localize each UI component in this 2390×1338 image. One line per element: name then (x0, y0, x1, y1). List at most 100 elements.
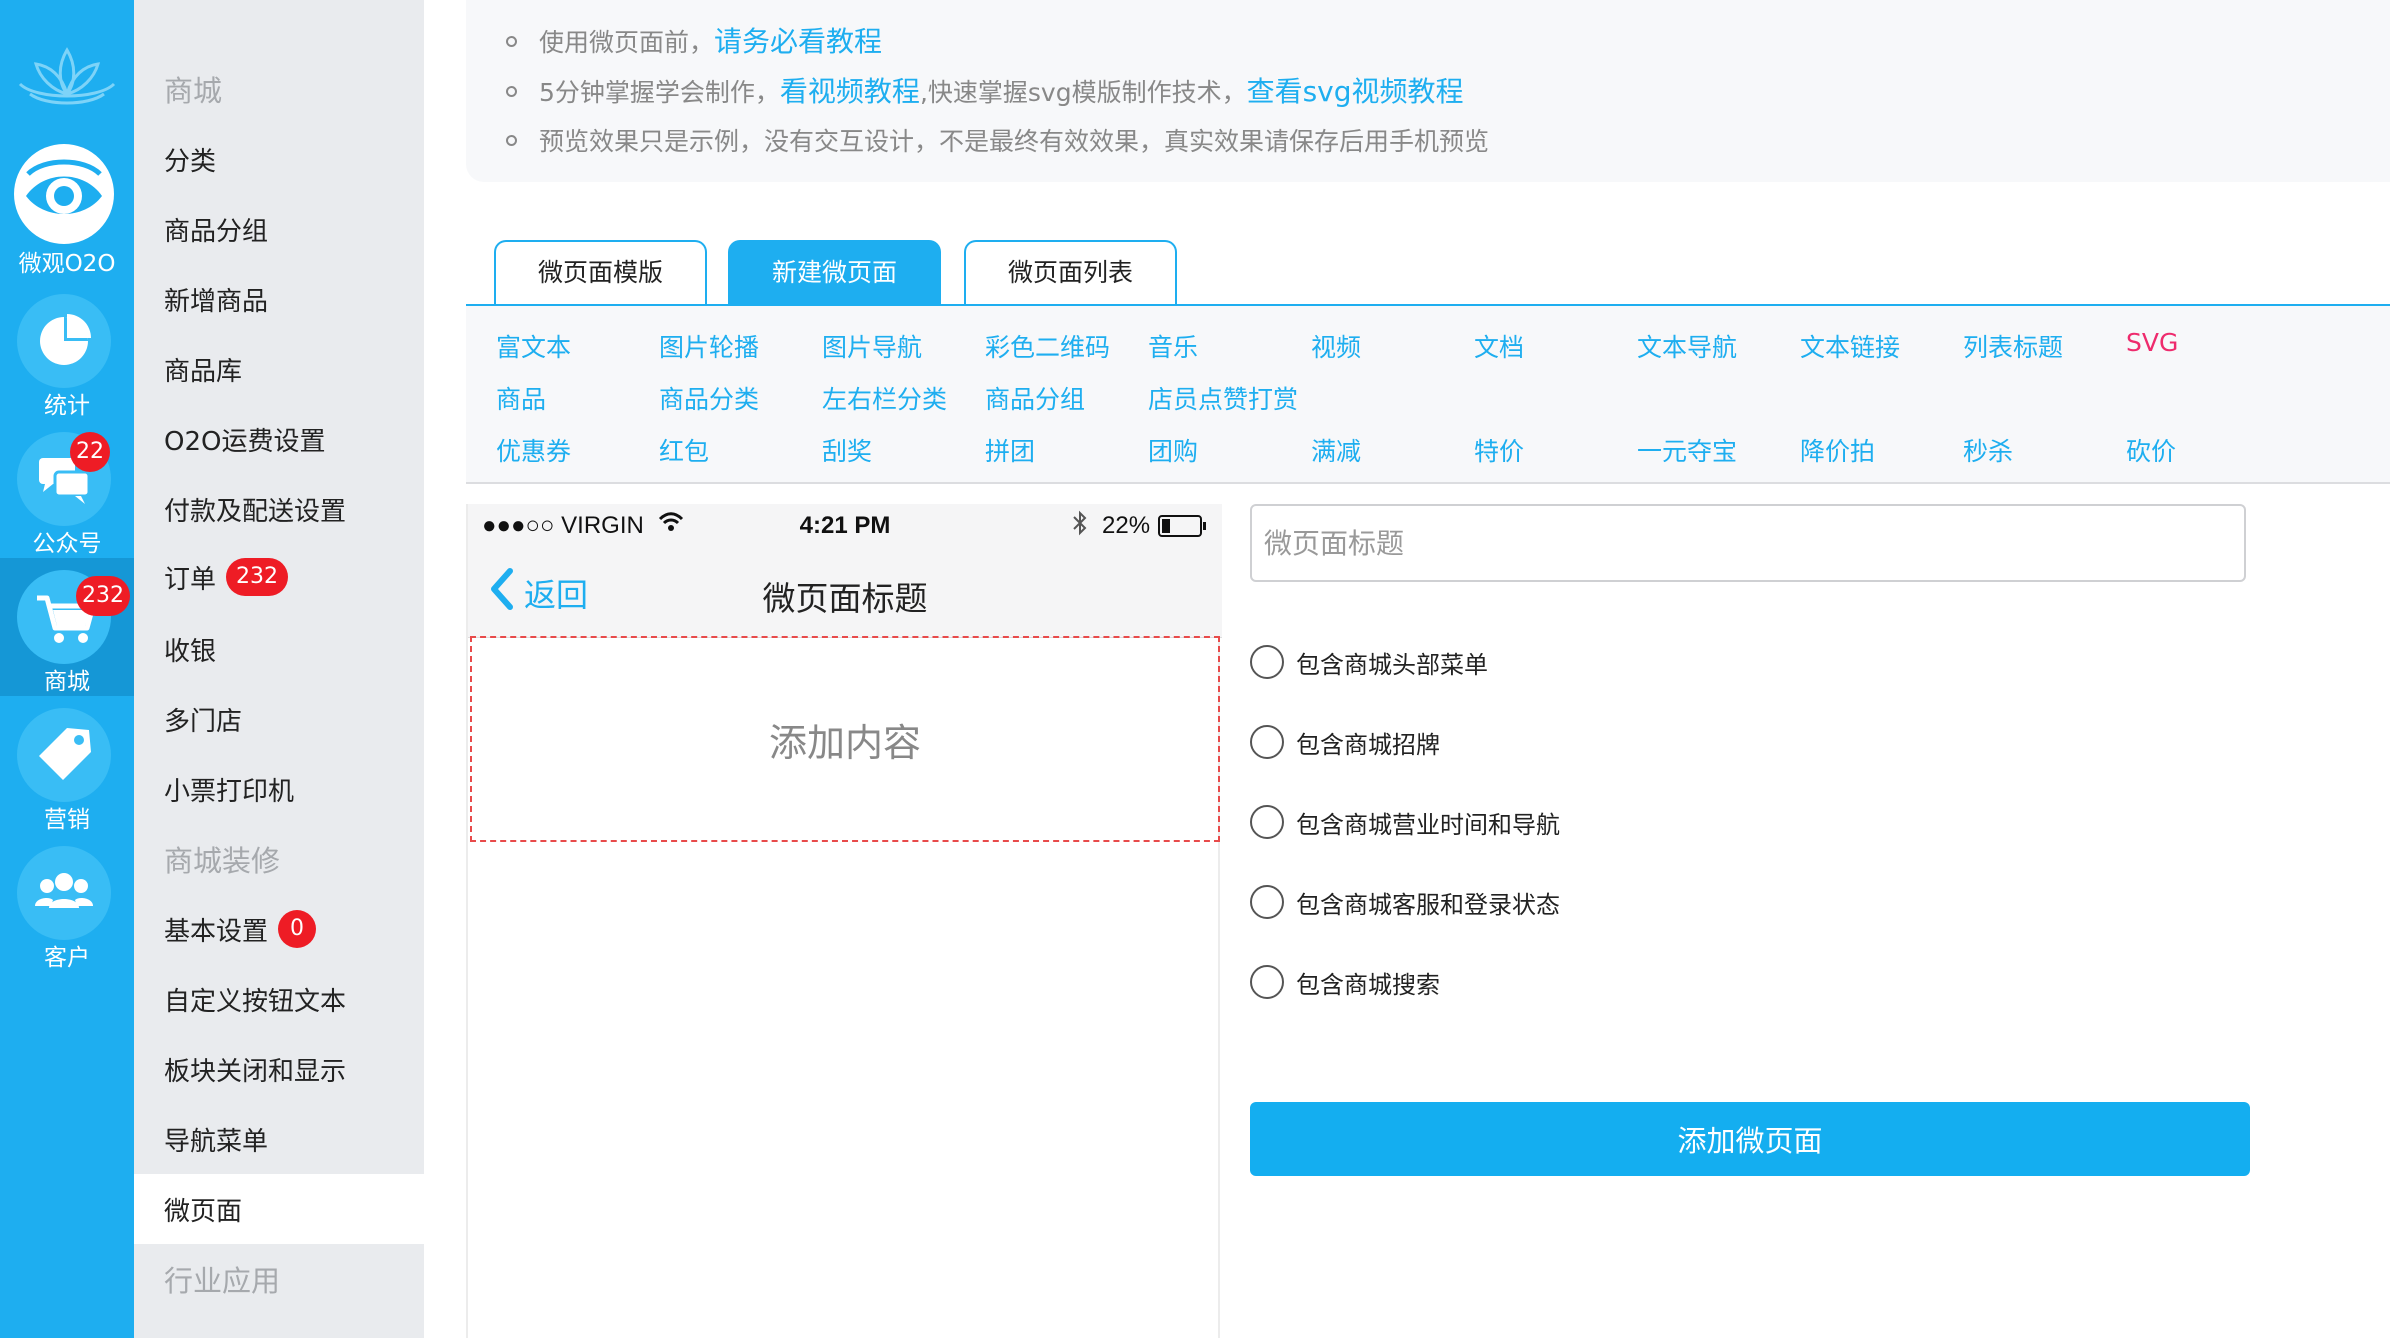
widget-price-drop[interactable]: 降价拍 (1800, 432, 1875, 468)
menu-label: 商品库 (164, 356, 243, 387)
widget-video[interactable]: 视频 (1311, 328, 1361, 364)
bluetooth-icon (1072, 510, 1088, 543)
notice-line: 预览效果只是示例，没有交互设计，不是最终有效效果，真实效果请保存后用手机预览 (506, 122, 1489, 158)
back-button[interactable]: 返回 (488, 568, 588, 618)
menu-item-category[interactable]: 分类 (134, 124, 424, 194)
icon-rail: 微观O2O 统计 22 公众号 232 商城 营销 客户 (0, 0, 134, 1338)
menu-item-payment-delivery[interactable]: 付款及配送设置 (134, 474, 424, 544)
widget-group-deal[interactable]: 拼团 (985, 432, 1035, 468)
widget-bargain[interactable]: 砍价 (2126, 432, 2176, 468)
page-title-input[interactable] (1250, 504, 2246, 582)
widget-staff-tip[interactable]: 店员点赞打赏 (1148, 380, 1298, 416)
chevron-left-icon (488, 567, 514, 619)
add-content-dropzone[interactable]: 添加内容 (470, 636, 1220, 842)
menu-label: 基本设置 (164, 916, 269, 947)
widget-flash-sale[interactable]: 秒杀 (1963, 432, 2013, 468)
widget-text-link[interactable]: 文本链接 (1800, 328, 1900, 364)
secondary-menu: 商城 分类 商品分组 新增商品 商品库 O2O运费设置 付款及配送设置 订单 23… (134, 0, 424, 1338)
menu-label: 订单 (164, 564, 217, 595)
widget-two-column-category[interactable]: 左右栏分类 (822, 380, 947, 416)
rail-item-stats[interactable]: 统计 (0, 282, 134, 420)
menu-item-receipt-printer[interactable]: 小票打印机 (134, 754, 424, 824)
widget-music[interactable]: 音乐 (1148, 328, 1198, 364)
rail-item-official-account[interactable]: 22 公众号 (0, 420, 134, 558)
widget-image-nav[interactable]: 图片导航 (822, 328, 922, 364)
menu-label: 分类 (164, 146, 217, 177)
order-count-badge: 232 (226, 558, 289, 596)
menu-item-cashier[interactable]: 收银 (134, 614, 424, 684)
menu-label: 商城装修 (164, 844, 281, 878)
radio-button[interactable] (1250, 805, 1284, 839)
menu-item-nav-menu[interactable]: 导航菜单 (134, 1104, 424, 1174)
option-hours-nav[interactable]: 包含商城营业时间和导航 (1250, 802, 1560, 842)
menu-label: 商品分组 (164, 216, 269, 247)
menu-label: 商城 (164, 74, 223, 108)
notice-text: 使用微页面前， (539, 28, 715, 57)
option-store-sign[interactable]: 包含商城招牌 (1250, 722, 1440, 762)
widget-group-buy[interactable]: 团购 (1148, 432, 1198, 468)
menu-label: 新增商品 (164, 286, 269, 317)
menu-item-basic-settings[interactable]: 基本设置 0 (134, 894, 424, 964)
widget-discount[interactable]: 满减 (1311, 432, 1361, 468)
menu-label: 收银 (164, 636, 217, 667)
rail-item-mall[interactable]: 232 商城 (0, 558, 134, 696)
option-label: 包含商城客服和登录状态 (1296, 890, 1560, 919)
widget-one-yuan[interactable]: 一元夺宝 (1637, 432, 1737, 468)
menu-label: 导航菜单 (164, 1126, 269, 1157)
radio-button[interactable] (1250, 965, 1284, 999)
menu-item-shipping-fee[interactable]: O2O运费设置 (134, 404, 424, 474)
radio-button[interactable] (1250, 725, 1284, 759)
widget-red-packet[interactable]: 红包 (659, 432, 709, 468)
widget-scratch-card[interactable]: 刮奖 (822, 432, 872, 468)
option-label: 包含商城营业时间和导航 (1296, 810, 1560, 839)
widget-product[interactable]: 商品 (496, 380, 546, 416)
rail-item-label: 营销 (44, 807, 90, 833)
widget-special-price[interactable]: 特价 (1474, 432, 1524, 468)
notice-text: ,快速掌握svg模版制作技术， (919, 78, 1247, 107)
eye-icon (14, 144, 114, 244)
tutorial-link[interactable]: 请务必看教程 (714, 25, 882, 58)
battery-icon (1158, 515, 1206, 537)
rail-item-weiguan[interactable]: 微观O2O (0, 136, 134, 277)
widget-svg[interactable]: SVG (2126, 328, 2178, 357)
menu-item-product-library[interactable]: 商品库 (134, 334, 424, 404)
svg-video-tutorial-link[interactable]: 查看svg视频教程 (1247, 75, 1464, 108)
video-tutorial-link[interactable]: 看视频教程 (780, 75, 920, 108)
tab-templates[interactable]: 微页面模版 (494, 240, 707, 306)
widget-product-category[interactable]: 商品分类 (659, 380, 759, 416)
widget-color-qrcode[interactable]: 彩色二维码 (985, 328, 1110, 364)
menu-header-mall: 商城 (134, 54, 424, 124)
menu-header-decoration: 商城装修 (134, 824, 424, 894)
menu-item-add-product[interactable]: 新增商品 (134, 264, 424, 334)
notice-line: 使用微页面前，请务必看教程 (506, 20, 882, 60)
menu-item-block-visibility[interactable]: 板块关闭和显示 (134, 1034, 424, 1104)
tab-new-page[interactable]: 新建微页面 (728, 240, 941, 306)
option-search[interactable]: 包含商城搜索 (1250, 962, 1440, 1002)
menu-item-multi-store[interactable]: 多门店 (134, 684, 424, 754)
widget-text-nav[interactable]: 文本导航 (1637, 328, 1737, 364)
rail-item-marketing[interactable]: 营销 (0, 696, 134, 834)
option-header-menu[interactable]: 包含商城头部菜单 (1250, 642, 1488, 682)
widget-rich-text[interactable]: 富文本 (496, 328, 571, 364)
menu-item-custom-button-text[interactable]: 自定义按钮文本 (134, 964, 424, 1034)
radio-button[interactable] (1250, 645, 1284, 679)
bullet-icon (506, 134, 517, 146)
widget-palette: 富文本 图片轮播 图片导航 彩色二维码 音乐 视频 文档 文本导航 文本链接 列… (466, 304, 2390, 484)
rail-item-customers[interactable]: 客户 (0, 834, 134, 972)
menu-item-product-group[interactable]: 商品分组 (134, 194, 424, 264)
add-page-button[interactable]: 添加微页面 (1250, 1102, 2250, 1176)
menu-item-orders[interactable]: 订单 232 (134, 542, 424, 612)
notice-text: 预览效果只是示例，没有交互设计，不是最终有效效果，真实效果请保存后用手机预览 (539, 127, 1490, 156)
rail-badge: 232 (76, 576, 130, 616)
rail-badge: 22 (70, 432, 110, 472)
menu-label: 板块关闭和显示 (164, 1056, 347, 1087)
widget-product-group[interactable]: 商品分组 (985, 380, 1085, 416)
menu-item-micro-page[interactable]: 微页面 (134, 1174, 424, 1244)
widget-list-title[interactable]: 列表标题 (1963, 328, 2063, 364)
widget-image-carousel[interactable]: 图片轮播 (659, 328, 759, 364)
option-service-login[interactable]: 包含商城客服和登录状态 (1250, 882, 1560, 922)
widget-coupon[interactable]: 优惠券 (496, 432, 571, 468)
radio-button[interactable] (1250, 885, 1284, 919)
widget-document[interactable]: 文档 (1474, 328, 1524, 364)
tab-page-list[interactable]: 微页面列表 (964, 240, 1177, 306)
